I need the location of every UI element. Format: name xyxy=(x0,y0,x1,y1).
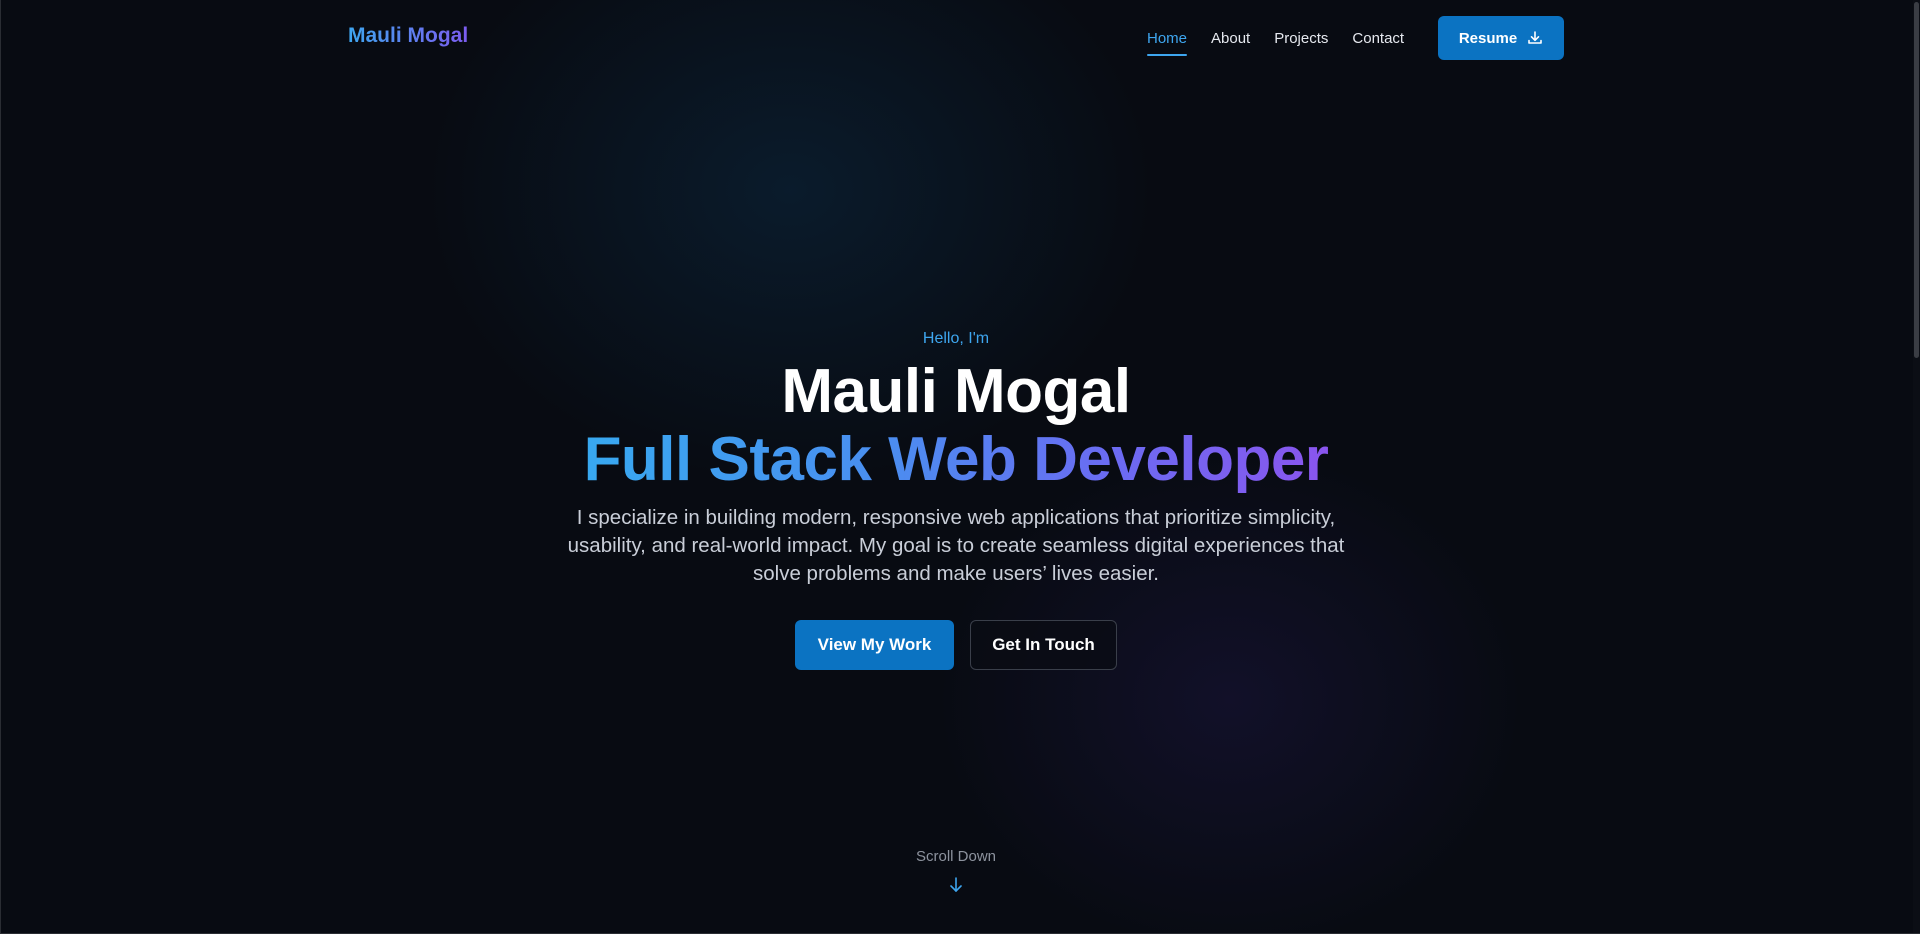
hero-role-wrapper: Full Stack Web Developer xyxy=(0,424,1912,495)
scroll-down-label: Scroll Down xyxy=(915,848,997,865)
hero-greeting: Hello, I'm xyxy=(922,330,990,347)
scrollbar-thumb[interactable] xyxy=(1914,2,1919,358)
hero-intro: I specialize in building modern, respons… xyxy=(567,506,1345,585)
get-in-touch-button[interactable]: Get In Touch xyxy=(970,620,1117,670)
scrollbar[interactable] xyxy=(1913,0,1920,934)
hero-section: Hello, I'm Mauli Mogal Full Stack Web De… xyxy=(0,0,1912,934)
hero-name: Mauli Mogal xyxy=(781,357,1131,426)
arrow-down-icon[interactable] xyxy=(948,876,964,894)
page: Mauli Mogal Home About Projects Contact … xyxy=(0,0,1920,934)
view-my-work-button[interactable]: View My Work xyxy=(795,620,954,670)
hero-role: Full Stack Web Developer xyxy=(583,425,1329,494)
